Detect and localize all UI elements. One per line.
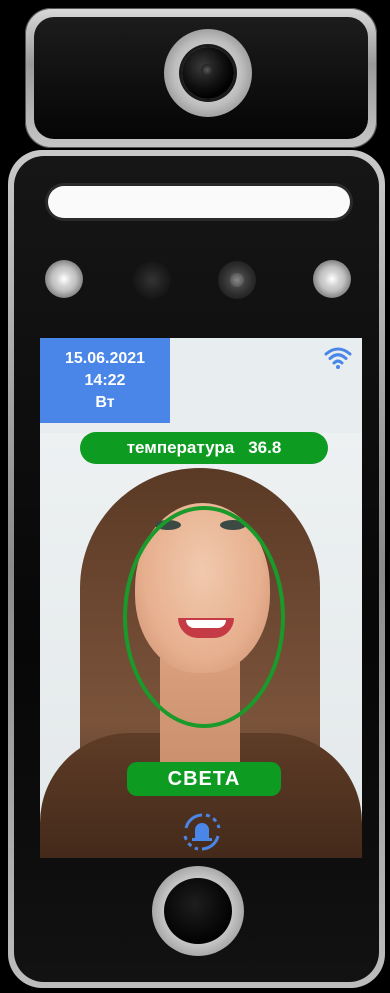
date-text: 15.06.2021 [64,350,146,367]
time-text: 14:22 [84,372,126,389]
recognized-name: СВЕТА [167,767,241,790]
recognized-name-badge: СВЕТА [127,762,281,796]
camera-housing [34,17,368,139]
camera-module [25,8,377,148]
weekday-text: Вт [95,394,115,411]
ir-camera-sensor [218,261,256,299]
temperature-badge: температура 36.8 [80,432,328,464]
ambient-sensor [133,261,171,299]
temperature-label: температура [126,438,235,457]
ir-sensor-right [313,260,351,298]
wifi-icon [324,347,352,369]
camera-lens-ring [164,29,252,117]
face-detection-frame [123,506,285,728]
datetime-panel: 15.06.2021 14:22 Вт [40,338,170,423]
temperature-value: 36.8 [248,438,282,457]
ir-sensor-left [45,260,83,298]
display-screen: 15.06.2021 14:22 Вт температура 36.8 СВЕ… [40,338,362,858]
fingerprint-pad[interactable] [164,878,232,944]
fill-light-bar [48,186,350,218]
alarm-bell-icon[interactable] [178,808,226,856]
camera-lens [182,47,234,99]
fingerprint-button[interactable] [152,866,244,956]
